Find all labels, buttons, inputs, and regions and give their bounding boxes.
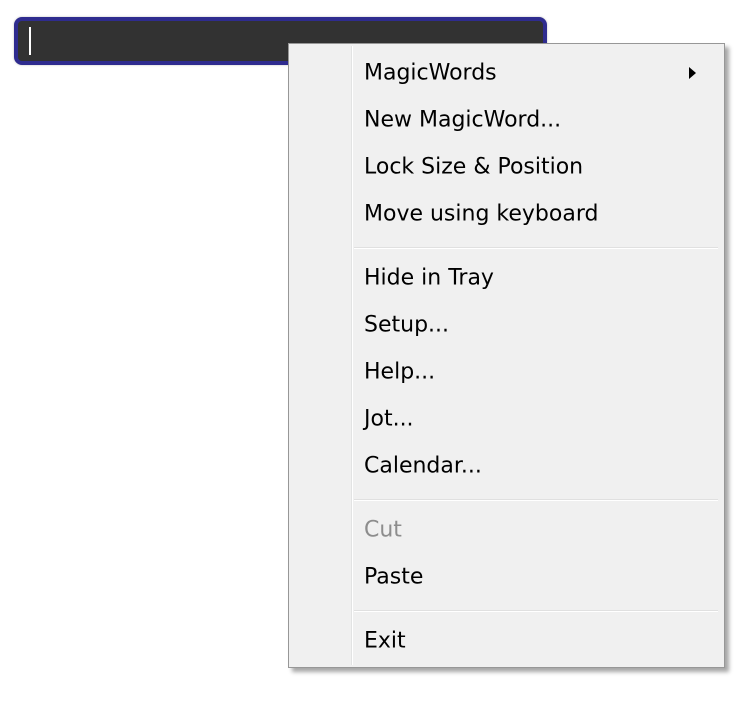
menu-item-move-using-keyboard[interactable]: Move using keyboard: [289, 190, 724, 237]
menu-item-exit[interactable]: Exit: [289, 617, 724, 664]
menu-item-label: MagicWords: [364, 60, 497, 85]
menu-item-label: Exit: [364, 628, 406, 653]
menu-item-label: New MagicWord...: [364, 107, 562, 132]
menu-item-jot[interactable]: Jot...: [289, 395, 724, 442]
menu-item-cut: Cut: [289, 506, 724, 553]
menu-item-label: Lock Size & Position: [364, 154, 584, 179]
menu-item-paste[interactable]: Paste: [289, 553, 724, 600]
menu-item-label: Cut: [364, 517, 402, 542]
menu-item-label: Paste: [364, 564, 424, 589]
menu-item-new-magicword[interactable]: New MagicWord...: [289, 96, 724, 143]
menu-item-label: Hide in Tray: [364, 265, 494, 290]
menu-separator: [354, 247, 718, 249]
menu-item-label: Help...: [364, 359, 436, 384]
text-caret: [29, 27, 31, 55]
menu-item-setup[interactable]: Setup...: [289, 301, 724, 348]
menu-item-hide-in-tray[interactable]: Hide in Tray: [289, 254, 724, 301]
menu-item-calendar[interactable]: Calendar...: [289, 442, 724, 489]
menu-item-label: Move using keyboard: [364, 201, 599, 226]
menu-item-magicwords[interactable]: MagicWords: [289, 49, 724, 96]
menu-separator: [354, 499, 718, 501]
menu-separator: [354, 610, 718, 612]
menu-item-label: Jot...: [364, 406, 414, 431]
chevron-right-icon: [689, 66, 696, 79]
context-menu: MagicWords New MagicWord... Lock Size & …: [288, 43, 725, 668]
menu-item-label: Setup...: [364, 312, 450, 337]
menu-item-label: Calendar...: [364, 453, 482, 478]
menu-item-help[interactable]: Help...: [289, 348, 724, 395]
menu-item-lock-size-position[interactable]: Lock Size & Position: [289, 143, 724, 190]
